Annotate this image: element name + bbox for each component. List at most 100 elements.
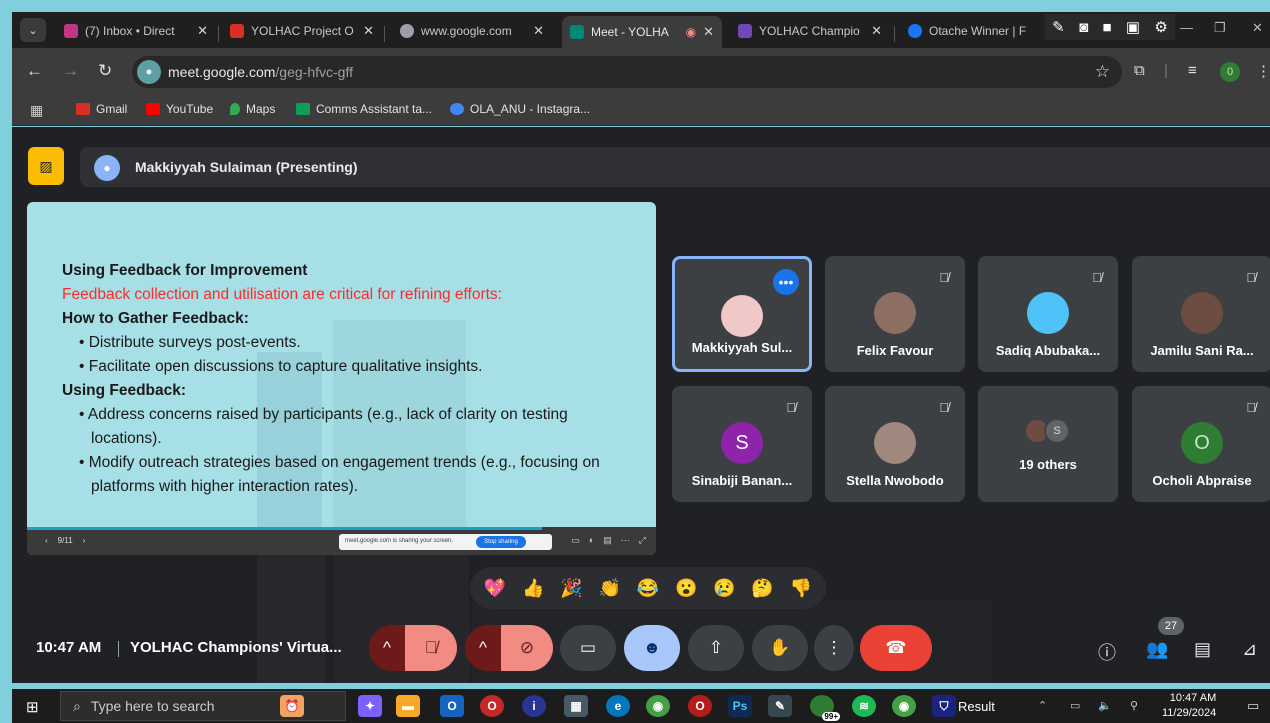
opera-gx-icon[interactable]: O [688,695,712,717]
opera-icon[interactable]: O [480,695,504,717]
audio-icon[interactable]: ◐ [589,535,594,546]
url-text[interactable]: meet.google.com/geg-hfvc-gff [168,64,353,80]
forward-arrow-icon[interactable]: → [62,61,79,81]
network-icon[interactable]: ⚲ [1130,699,1138,712]
participant-tile[interactable]: ••• Makkiyyah Sul... [672,256,812,372]
tab-google-meet[interactable]: Meet - YOLHA ◉ ✕ [562,16,722,48]
previous-slide-icon[interactable]: ‹ [45,536,48,545]
layout-icon[interactable]: ▤ [603,535,612,546]
tab-facebook[interactable]: Otache Winner | F [900,17,1040,45]
bookmark-maps[interactable]: Maps [230,102,275,116]
extension-badge-icon[interactable]: 0 [1220,62,1240,82]
laughing-reaction[interactable]: 😂 [632,572,664,604]
store-icon[interactable]: ▦ [564,695,588,717]
participant-tile[interactable]: 🎙̸ Sadiq Abubaka... [978,256,1118,372]
raise-hand-button[interactable]: ✋ [752,625,808,671]
others-tile[interactable]: S 19 others [978,386,1118,502]
app-icon[interactable]: i [522,695,546,717]
whatsapp-icon[interactable]: 99+ [810,695,840,721]
close-icon[interactable]: ✕ [703,24,714,40]
tab-instagram[interactable]: (7) Inbox • Direct ✕ [56,17,216,45]
thinking-reaction[interactable]: 🤔 [747,572,779,604]
tab-google-forms[interactable]: YOLHAC Champio ✕ [730,17,890,45]
chat-icon[interactable]: ▤ [1194,639,1211,660]
video-options-chevron-up-icon[interactable]: ^ [465,625,501,671]
restore-icon[interactable]: ❐ [1214,20,1226,36]
captions-icon[interactable]: ▭ [571,535,580,546]
more-options-button[interactable]: ⋮ [814,625,854,671]
notifications-icon[interactable]: ▭ [1247,698,1259,714]
gear-icon[interactable]: ⚙ [1154,18,1167,36]
bookmark-comms-assistant[interactable]: Comms Assistant ta... [296,102,432,116]
minimize-icon[interactable]: — [1180,20,1193,35]
tab-gmail[interactable]: YOLHAC Project O ✕ [222,17,382,45]
close-icon[interactable]: ✕ [533,23,544,39]
kebab-menu-icon[interactable]: ⋮ [1256,62,1270,80]
participant-tile[interactable]: 🎙̸ Stella Nwobodo [825,386,965,502]
apps-grid-icon[interactable]: ▦ [30,102,43,119]
extensions-puzzle-icon[interactable]: ⧉ [1134,62,1145,79]
participant-tile[interactable]: 🎙̸ Felix Favour [825,256,965,372]
result-label[interactable]: Result [958,699,995,714]
meeting-info-icon[interactable]: ⓘ [1098,639,1116,665]
notes-icon[interactable]: ✎ [768,695,792,717]
video-record-icon[interactable]: ■ [1102,19,1111,36]
file-explorer-icon[interactable]: ▬ [396,695,420,717]
copilot-icon[interactable]: ✦ [358,695,382,717]
close-icon[interactable]: ✕ [363,23,374,39]
volume-icon[interactable]: 🔈 [1098,699,1112,712]
windows-start-icon[interactable]: ⊞ [26,698,39,716]
outlook-icon[interactable]: O [440,695,464,717]
site-info-icon[interactable]: ● [137,60,161,84]
present-screen-button[interactable]: ⇧ [688,625,744,671]
bookmark-star-icon[interactable]: ☆ [1095,62,1110,82]
more-icon[interactable]: ⋯ [621,535,630,546]
spotify-icon[interactable]: ≋ [852,695,876,717]
bookmark-gmail[interactable]: Gmail [76,102,127,116]
sparkling-heart-reaction[interactable]: 💖 [479,572,511,604]
photoshop-icon[interactable]: Ps [728,695,752,717]
camera-off-button[interactable]: ⊘ [501,625,553,671]
stop-sharing-button[interactable]: Stop sharing [476,536,526,548]
leave-call-button[interactable]: ☎ [860,625,932,671]
nfl-icon[interactable]: ⛉ [932,695,956,717]
surprised-reaction[interactable]: 😮 [670,572,702,604]
crying-reaction[interactable]: 😢 [708,572,740,604]
next-slide-icon[interactable]: › [83,536,86,545]
weather-widget-icon[interactable]: ⏰ [280,695,304,717]
participant-tile[interactable]: 🎙̸ Jamilu Sani Ra... [1132,256,1270,372]
media-control-icon[interactable]: ≡ [1188,62,1197,79]
more-options-icon[interactable]: ••• [773,269,799,295]
bookmark-youtube[interactable]: YouTube [146,102,213,116]
close-icon[interactable]: ✕ [197,23,208,39]
window-icon[interactable]: ▣ [1126,18,1140,36]
chrome-icon[interactable]: ◉ [646,695,670,717]
tab-google[interactable]: www.google.com ✕ [392,17,552,45]
tab-search-chevron-down-icon[interactable]: ⌄ [20,18,46,42]
party-popper-reaction[interactable]: 🎉 [556,572,588,604]
people-icon[interactable]: 👥 [1146,639,1168,660]
bookmark-ola-anu[interactable]: OLA_ANU - Instagra... [450,102,590,116]
thumbs-up-reaction[interactable]: 👍 [517,572,549,604]
camera-icon[interactable]: ◙ [1079,19,1088,36]
reload-icon[interactable]: ↻ [98,61,112,81]
participant-tile[interactable]: 🎙̸ O Ocholi Abpraise [1132,386,1270,502]
activities-icon[interactable]: ⊿ [1242,639,1257,660]
battery-icon[interactable]: ▭ [1070,699,1080,712]
presentation-off-icon[interactable]: ▨ [28,147,64,185]
clapping-reaction[interactable]: 👏 [594,572,626,604]
close-icon[interactable]: ✕ [871,23,882,39]
chrome-icon[interactable]: ◉ [892,695,916,717]
mic-off-button[interactable]: 🎙̸ [405,625,457,671]
taskbar-clock[interactable]: 10:47 AM 11/29/2024 [1162,691,1216,721]
fullscreen-icon[interactable]: ⤢ [639,535,646,546]
back-arrow-icon[interactable]: ← [26,61,43,81]
pin-icon[interactable]: ✎ [1052,18,1065,36]
chevron-up-icon[interactable]: ⌃ [1038,699,1047,712]
thumbs-down-reaction[interactable]: 👎 [785,572,817,604]
reactions-button[interactable]: ☻ [624,625,680,671]
captions-button[interactable]: ▭ [560,625,616,671]
participant-tile[interactable]: 🎙̸ S Sinabiji Banan... [672,386,812,502]
address-bar[interactable]: ● meet.google.com/geg-hfvc-gff ☆ [132,56,1122,88]
close-window-icon[interactable]: ✕ [1252,20,1263,36]
